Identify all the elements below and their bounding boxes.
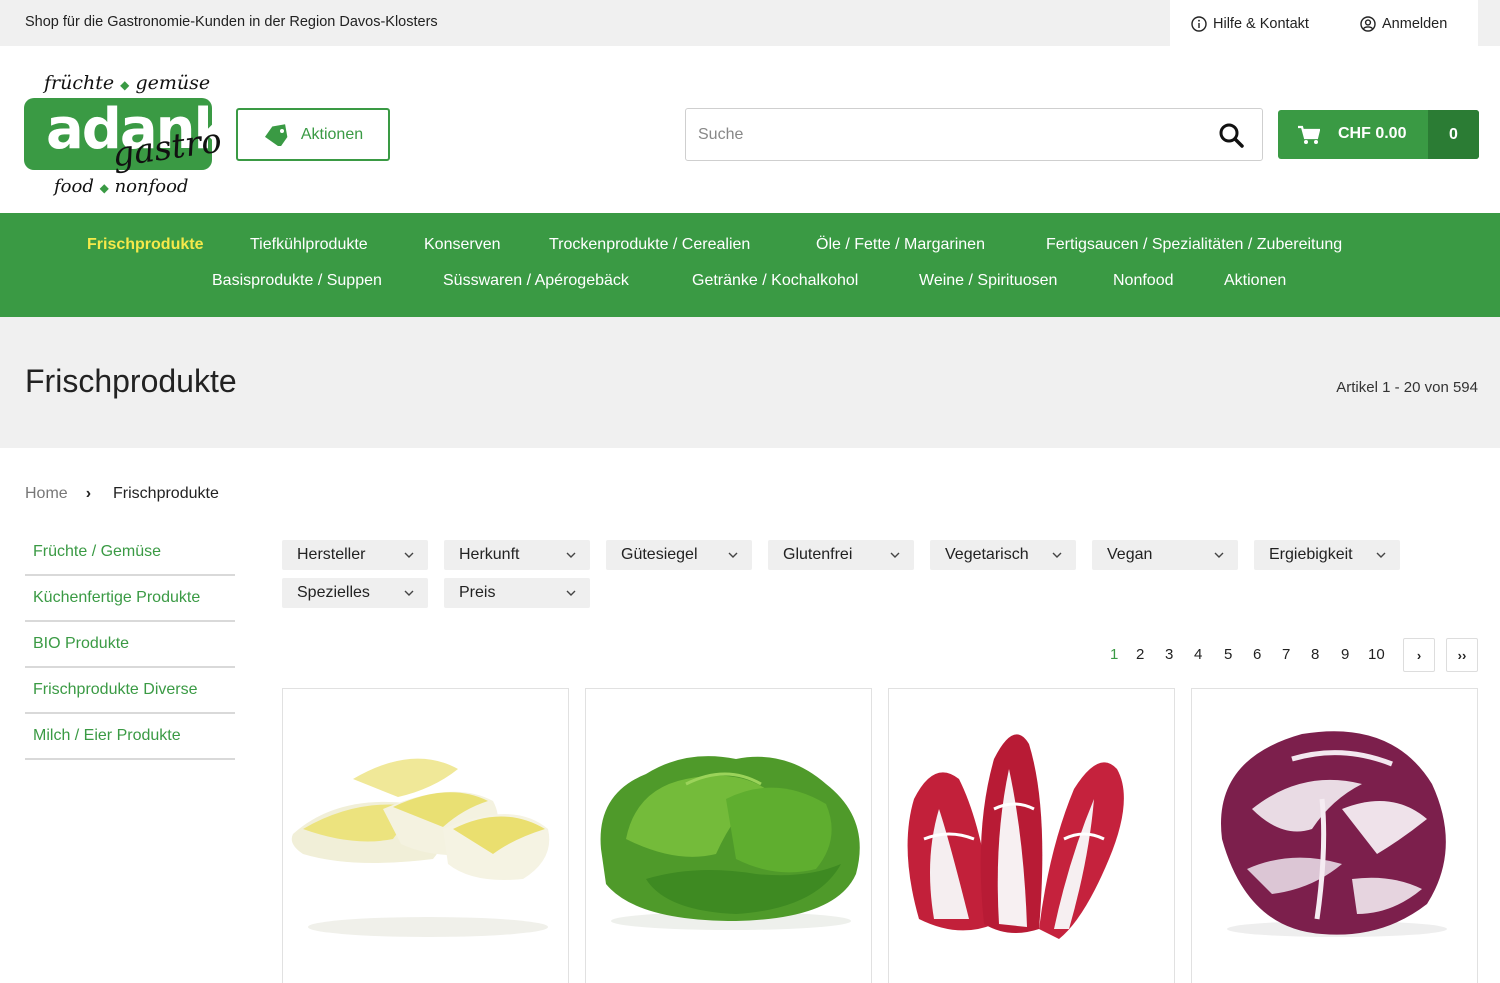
sidebar-item-kuechenfertige[interactable]: Küchenfertige Produkte — [25, 576, 235, 622]
chevron-down-icon — [404, 590, 414, 596]
nav-item-basisprodukte[interactable]: Basisprodukte / Suppen — [212, 272, 382, 290]
red-chicory-image — [907, 734, 1124, 939]
chevron-down-icon — [1376, 552, 1386, 558]
promotions-label: Aktionen — [300, 125, 364, 143]
chevron-down-icon — [728, 552, 738, 558]
filter-label: Herkunft — [459, 546, 520, 563]
filter-label: Gütesiegel — [621, 546, 698, 563]
nav-item-fertigsaucen[interactable]: Fertigsaucen / Spezialitäten / Zubereitu… — [1046, 236, 1342, 254]
sidebar-item-fruechte-gemuese[interactable]: Früchte / Gemüse — [25, 530, 235, 576]
search-input[interactable] — [698, 109, 1198, 160]
cart-count: 0 — [1428, 110, 1479, 159]
nav-item-konserven[interactable]: Konserven — [424, 236, 501, 254]
page-link-6[interactable]: 6 — [1253, 646, 1261, 663]
page-link-4[interactable]: 4 — [1194, 646, 1202, 663]
filter-label: Vegetarisch — [945, 546, 1029, 563]
filter-guetesiegel[interactable]: Gütesiegel — [606, 540, 752, 570]
filter-label: Preis — [459, 584, 496, 601]
filter-vegan[interactable]: Vegan — [1092, 540, 1238, 570]
logo-tagline-top: früchte ◆ gemüse — [44, 72, 211, 94]
help-contact-link[interactable]: Hilfe & Kontakt — [1191, 16, 1309, 32]
filter-label: Ergiebigkeit — [1269, 546, 1353, 563]
page-link-2[interactable]: 2 — [1136, 646, 1144, 663]
nav-item-weine[interactable]: Weine / Spirituosen — [919, 272, 1057, 290]
user-icon — [1360, 16, 1376, 32]
page-link-7[interactable]: 7 — [1282, 646, 1290, 663]
nav-item-frischprodukte[interactable]: Frischprodukte — [87, 236, 203, 254]
category-header: Frischprodukte Artikel 1 - 20 von 594 — [0, 317, 1500, 448]
top-bar: Shop für die Gastronomie-Kunden in der R… — [0, 0, 1500, 46]
sidebar-item-diverse[interactable]: Frischprodukte Diverse — [25, 668, 235, 714]
main-nav: Frischprodukte Tiefkühlprodukte Konserve… — [0, 213, 1500, 317]
product-card-red-chicory[interactable] — [888, 688, 1175, 983]
breadcrumb: Home › Frischprodukte — [25, 485, 219, 503]
breadcrumb-current: Frischprodukte — [113, 485, 219, 502]
filter-hersteller[interactable]: Hersteller — [282, 540, 428, 570]
tagline: Shop für die Gastronomie-Kunden in der R… — [25, 14, 438, 30]
category-sidebar: Früchte / Gemüse Küchenfertige Produkte … — [25, 530, 235, 760]
nav-item-aktionen[interactable]: Aktionen — [1224, 272, 1286, 290]
lettuce-image — [600, 756, 860, 930]
page-link-9[interactable]: 9 — [1341, 646, 1349, 663]
filter-vegetarisch[interactable]: Vegetarisch — [930, 540, 1076, 570]
nav-item-getraenke[interactable]: Getränke / Kochalkohol — [692, 272, 858, 290]
breadcrumb-home[interactable]: Home — [25, 485, 68, 503]
chicoree-image — [291, 758, 550, 937]
nav-item-nonfood[interactable]: Nonfood — [1113, 272, 1174, 290]
filter-glutenfrei[interactable]: Glutenfrei — [768, 540, 914, 570]
chevron-down-icon — [890, 552, 900, 558]
sidebar-item-milch-eier[interactable]: Milch / Eier Produkte — [25, 714, 235, 760]
radicchio-image — [1221, 731, 1447, 937]
filter-herkunft[interactable]: Herkunft — [444, 540, 590, 570]
nav-item-oele-fette[interactable]: Öle / Fette / Margarinen — [816, 236, 985, 254]
filter-ergiebigkeit[interactable]: Ergiebigkeit — [1254, 540, 1400, 570]
filter-label: Vegan — [1107, 546, 1153, 563]
page-title: Frischprodukte — [25, 363, 237, 399]
filter-preis[interactable]: Preis — [444, 578, 590, 608]
chevron-down-icon — [1214, 552, 1224, 558]
page-link-10[interactable]: 10 — [1368, 646, 1385, 663]
page-link-5[interactable]: 5 — [1224, 646, 1232, 663]
nav-item-suesswaren[interactable]: Süsswaren / Apérogebäck — [443, 272, 629, 290]
search-box — [685, 108, 1263, 161]
login-label: Anmelden — [1382, 16, 1448, 32]
filter-label: Glutenfrei — [783, 546, 853, 563]
product-card-lettuce[interactable] — [585, 688, 872, 983]
filter-label: Spezielles — [297, 584, 370, 601]
nav-item-tiefkuehlprodukte[interactable]: Tiefkühlprodukte — [250, 236, 368, 254]
page-link-8[interactable]: 8 — [1311, 646, 1319, 663]
help-contact-label: Hilfe & Kontakt — [1213, 16, 1309, 32]
tag-icon — [264, 123, 288, 146]
chevron-down-icon — [404, 552, 414, 558]
cart-button[interactable]: CHF 0.00 0 — [1278, 110, 1479, 159]
nav-item-trockenprodukte[interactable]: Trockenprodukte / Cerealien — [549, 236, 750, 254]
chevron-down-icon — [1052, 552, 1062, 558]
search-icon[interactable] — [1218, 122, 1244, 148]
site-logo[interactable]: früchte ◆ gemüse adank gastro food ◆ non… — [24, 72, 231, 200]
filter-spezielles[interactable]: Spezielles — [282, 578, 428, 608]
pagination: 1 2 3 4 5 6 7 8 9 10 › ›› — [1100, 638, 1480, 672]
sidebar-item-bio[interactable]: BIO Produkte — [25, 622, 235, 668]
cart-icon — [1298, 125, 1320, 144]
chevron-down-icon — [566, 590, 576, 596]
page-link-1[interactable]: 1 — [1110, 646, 1118, 663]
product-card-chicoree[interactable] — [282, 688, 569, 983]
page-link-3[interactable]: 3 — [1165, 646, 1173, 663]
top-links: Hilfe & Kontakt Anmelden — [1170, 0, 1478, 46]
cart-amount: CHF 0.00 — [1338, 125, 1407, 142]
article-count: Artikel 1 - 20 von 594 — [1336, 379, 1478, 396]
info-icon — [1191, 16, 1207, 32]
promotions-button[interactable]: Aktionen — [236, 108, 390, 161]
last-page-button[interactable]: ›› — [1446, 638, 1478, 672]
login-link[interactable]: Anmelden — [1360, 16, 1447, 32]
chevron-down-icon — [566, 552, 576, 558]
next-page-button[interactable]: › — [1403, 638, 1435, 672]
logo-tagline-bottom: food ◆ nonfood — [54, 176, 189, 197]
filter-label: Hersteller — [297, 546, 366, 563]
breadcrumb-separator-icon: › — [85, 485, 92, 502]
product-card-radicchio[interactable] — [1191, 688, 1478, 983]
